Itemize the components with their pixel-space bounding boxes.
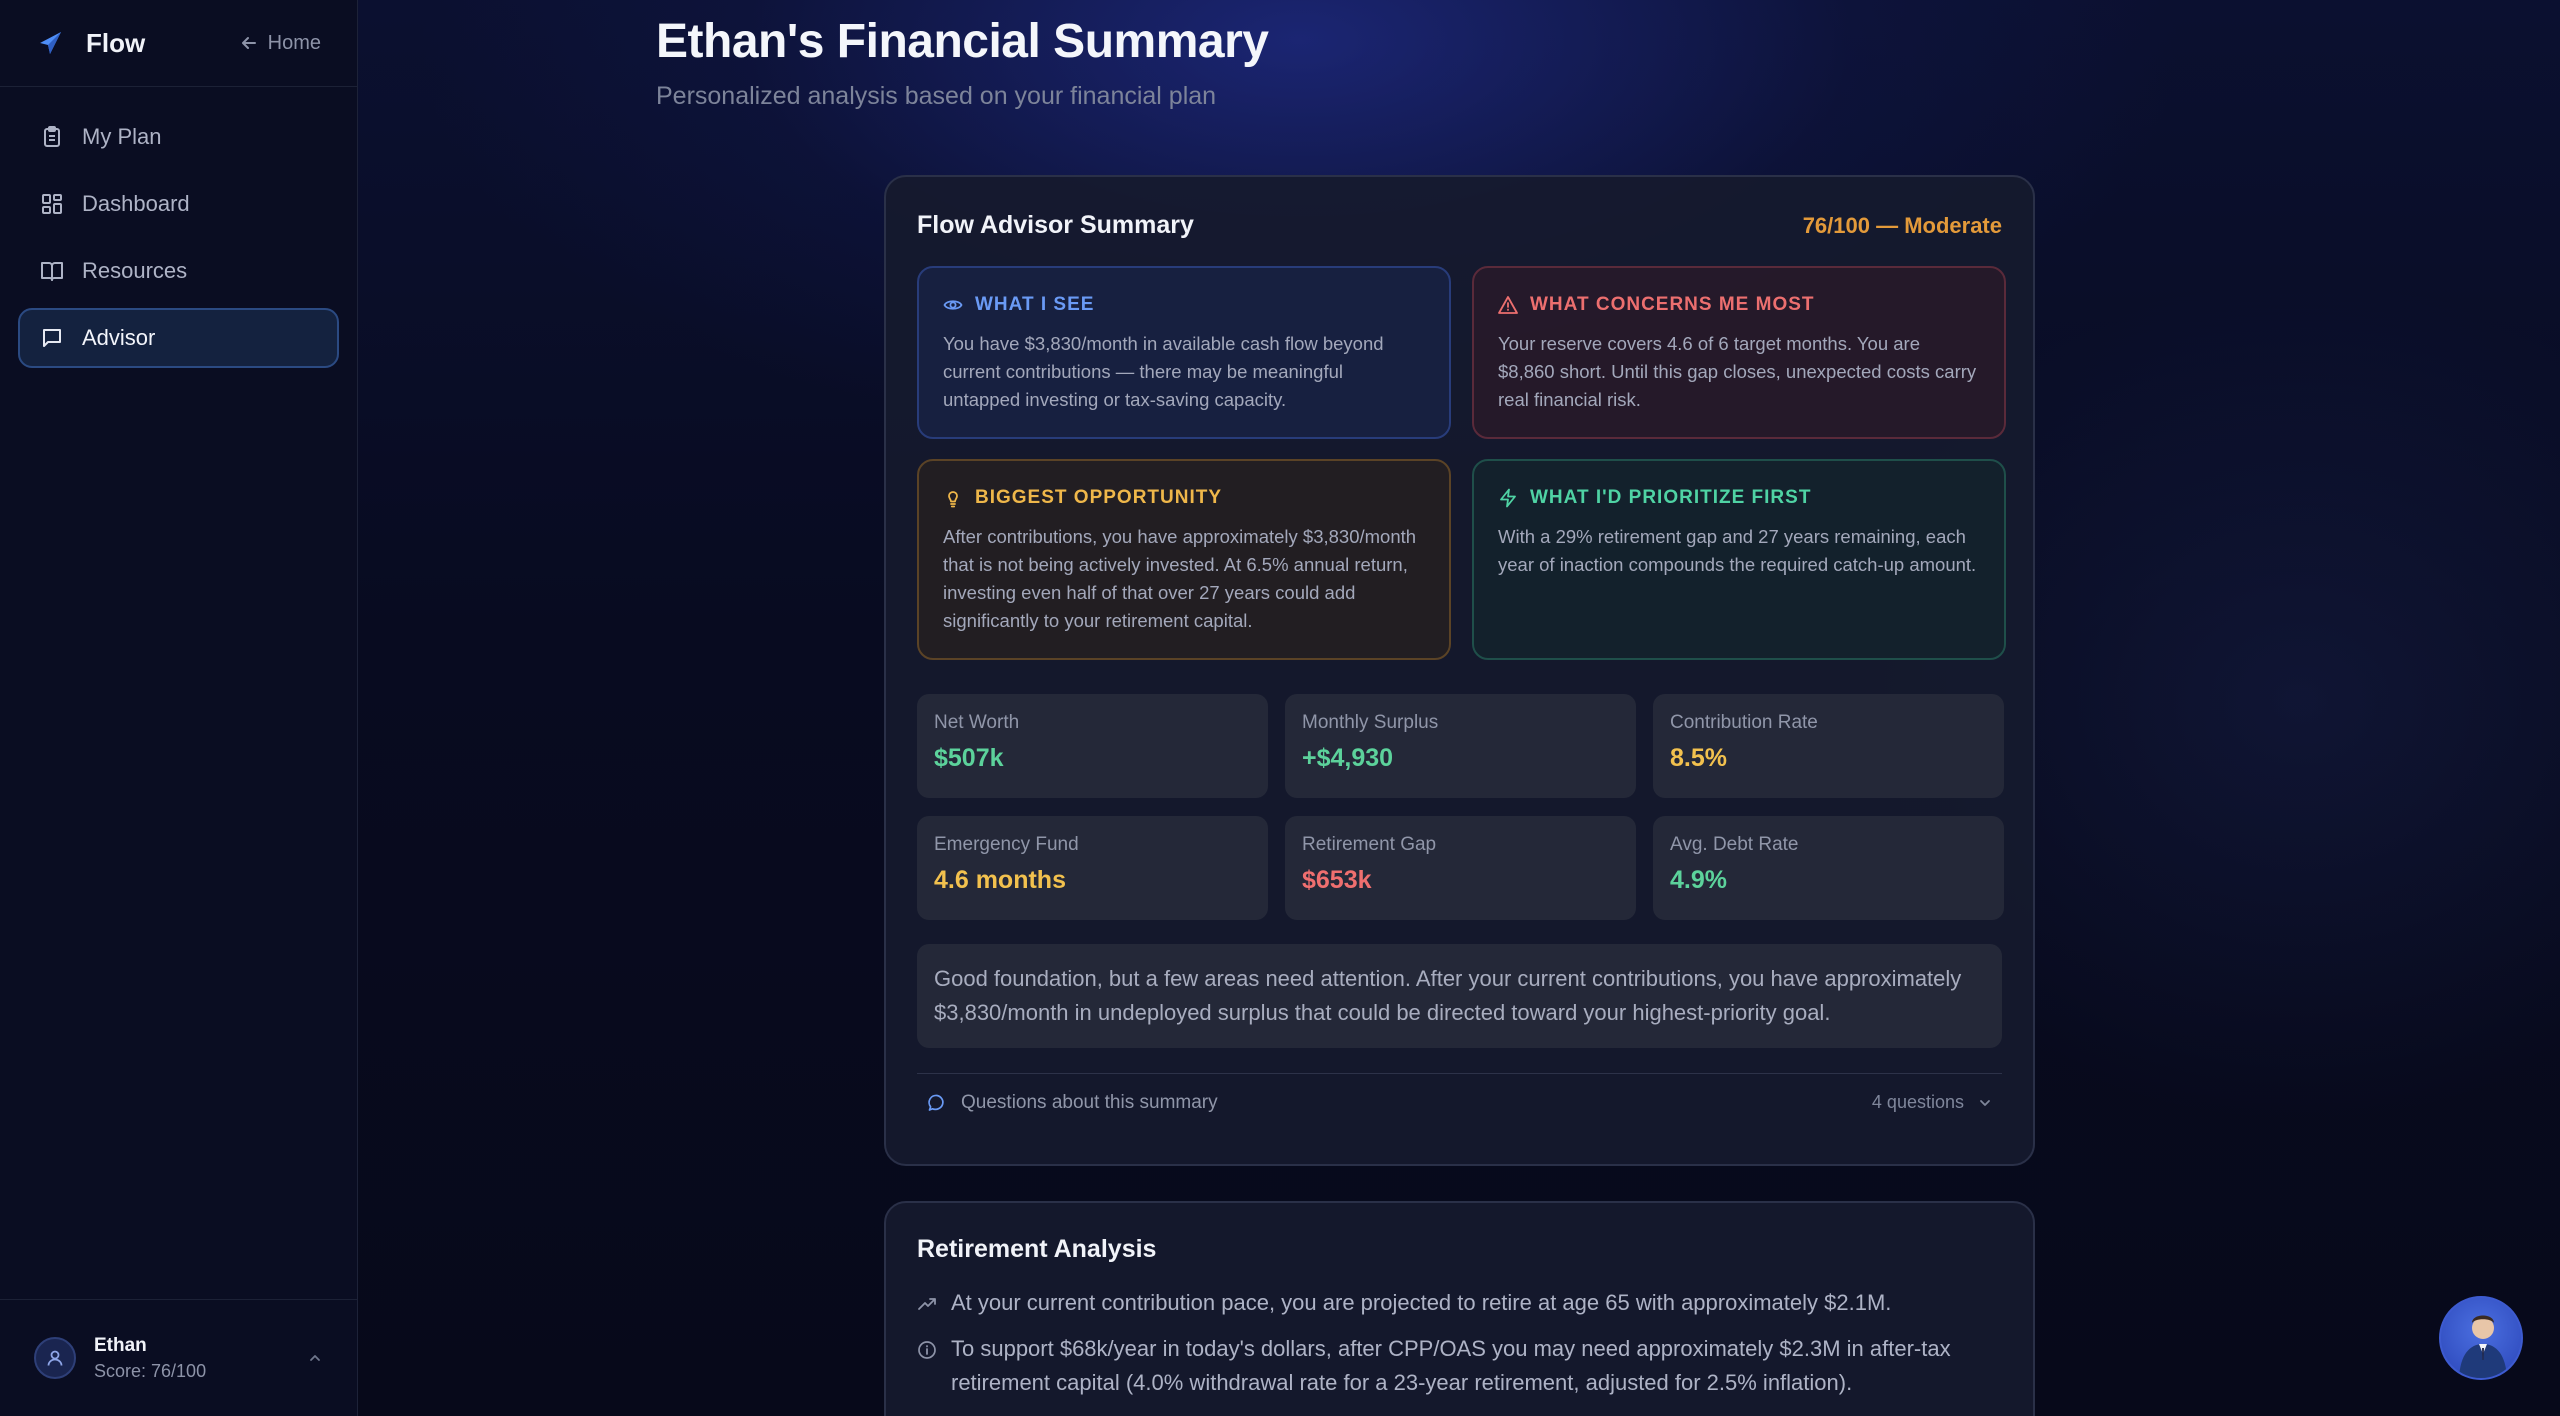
arrow-left-icon — [241, 37, 256, 49]
trend-up-icon — [918, 1298, 936, 1310]
insight-heading: WHAT I SEE — [975, 294, 1095, 315]
metric-emergency-fund: Emergency Fund 4.6 months — [917, 816, 1268, 920]
info-icon — [918, 1341, 936, 1359]
metrics-grid: Net Worth $507k Monthly Surplus +$4,930 … — [886, 694, 2033, 920]
sidebar-nav: My Plan Dashboard Resources Advisor — [0, 87, 357, 395]
home-link[interactable]: Home — [240, 32, 321, 55]
insight-prioritize: WHAT I'D PRIORITIZE FIRST With a 29% ret… — [1472, 459, 2006, 660]
insight-heading: WHAT I'D PRIORITIZE FIRST — [1530, 487, 1812, 508]
summary-title: Flow Advisor Summary — [917, 211, 1194, 239]
metric-label: Retirement Gap — [1302, 834, 1437, 855]
user-menu[interactable]: Ethan Score: 76/100 — [0, 1299, 357, 1416]
metric-label: Emergency Fund — [934, 834, 1079, 855]
eye-icon — [943, 300, 963, 310]
metric-avg-debt-rate: Avg. Debt Rate 4.9% — [1653, 816, 2004, 920]
page-title: Ethan's Financial Summary — [656, 15, 1269, 68]
retirement-line: To support $68k/year in today's dollars,… — [886, 1332, 2033, 1400]
insight-heading-row: WHAT I SEE — [943, 294, 1425, 316]
user-name: Ethan — [94, 1334, 147, 1356]
user-score: Score: 76/100 — [94, 1360, 207, 1381]
insight-what-i-see: WHAT I SEE You have $3,830/month in avai… — [917, 266, 1451, 439]
summary-card-header: Flow Advisor Summary 76/100 — Moderate — [886, 177, 2033, 240]
chevron-down-icon — [1980, 1099, 1990, 1106]
metric-value: +$4,930 — [1302, 744, 1394, 772]
insight-heading-row: BIGGEST OPPORTUNITY — [943, 487, 1425, 509]
advisor-avatar-icon — [2459, 1315, 2507, 1378]
insight-heading: WHAT CONCERNS ME MOST — [1530, 294, 1815, 315]
insight-body: With a 29% retirement gap and 27 years r… — [1498, 526, 1977, 575]
chat-bubble-icon — [928, 1094, 944, 1111]
sidebar: Flow Home My Plan Dashboard Resources Ad… — [0, 0, 358, 1416]
chevron-up-icon[interactable] — [307, 1350, 323, 1366]
insight-heading-row: WHAT I'D PRIORITIZE FIRST — [1498, 487, 1980, 509]
sidebar-item-label: Resources — [82, 258, 188, 283]
metric-contribution-rate: Contribution Rate 8.5% — [1653, 694, 2004, 798]
avatar — [34, 1337, 76, 1379]
sidebar-item-label: Advisor — [82, 325, 156, 350]
sidebar-item-resources[interactable]: Resources — [18, 241, 339, 301]
retirement-analysis-card: Retirement Analysis At your current cont… — [884, 1201, 2035, 1416]
questions-label: Questions about this summary — [961, 1091, 1218, 1113]
metric-retirement-gap: Retirement Gap $653k — [1285, 816, 1636, 920]
sidebar-header: Flow Home — [0, 0, 357, 87]
questions-count[interactable]: 4 questions — [1872, 1092, 1992, 1113]
flow-logo-icon[interactable] — [36, 29, 64, 57]
warning-icon — [1498, 296, 1518, 314]
page-subtitle: Personalized analysis based on your fina… — [656, 82, 1217, 110]
sidebar-item-advisor[interactable]: Advisor — [18, 308, 339, 368]
metric-label: Avg. Debt Rate — [1670, 834, 1799, 855]
retirement-line-text: To support $68k/year in today's dollars,… — [951, 1336, 1951, 1395]
score-badge: 76/100 — Moderate — [1802, 212, 2002, 238]
questions-toggle[interactable]: Questions about this summary 4 questions — [917, 1073, 2002, 1131]
insight-heading-row: WHAT CONCERNS ME MOST — [1498, 294, 1980, 316]
advisor-chat-button[interactable] — [2439, 1296, 2523, 1380]
sidebar-item-my-plan[interactable]: My Plan — [18, 107, 339, 167]
grid-icon — [42, 194, 62, 214]
retirement-title: Retirement Analysis — [917, 1235, 1157, 1263]
clipboard-icon — [44, 126, 60, 147]
insight-heading: BIGGEST OPPORTUNITY — [975, 487, 1223, 508]
metric-net-worth: Net Worth $507k — [917, 694, 1268, 798]
insight-concerns: WHAT CONCERNS ME MOST Your reserve cover… — [1472, 266, 2006, 439]
metric-value: $507k — [934, 744, 1004, 772]
insights-grid: WHAT I SEE You have $3,830/month in avai… — [886, 266, 2033, 660]
book-icon — [41, 262, 63, 281]
user-info: Ethan Score: 76/100 — [94, 1335, 206, 1382]
home-link-label: Home — [267, 31, 321, 54]
sidebar-item-label: Dashboard — [82, 191, 190, 216]
lightbulb-icon — [948, 491, 958, 508]
metric-value: $653k — [1302, 866, 1372, 894]
lightning-icon — [1500, 488, 1516, 508]
metric-value: 4.9% — [1670, 866, 1727, 894]
metric-value: 4.6 months — [934, 866, 1066, 894]
insight-body: After contributions, you have approximat… — [943, 526, 1417, 631]
retirement-line: At your current contribution pace, you a… — [886, 1286, 2033, 1320]
metric-value: 8.5% — [1670, 744, 1727, 772]
sidebar-item-dashboard[interactable]: Dashboard — [18, 174, 339, 234]
metric-label: Contribution Rate — [1670, 712, 1818, 733]
insight-body: You have $3,830/month in available cash … — [943, 333, 1384, 410]
summary-note: Good foundation, but a few areas need at… — [917, 944, 2002, 1048]
insight-body: Your reserve covers 4.6 of 6 target mont… — [1498, 333, 1977, 410]
metric-monthly-surplus: Monthly Surplus +$4,930 — [1285, 694, 1636, 798]
brand-name[interactable]: Flow — [86, 28, 145, 59]
metric-label: Net Worth — [934, 712, 1020, 733]
sidebar-item-label: My Plan — [82, 124, 162, 149]
metric-label: Monthly Surplus — [1302, 712, 1439, 733]
retirement-line-text: At your current contribution pace, you a… — [951, 1290, 1892, 1315]
user-icon — [47, 1350, 63, 1366]
advisor-summary-card: Flow Advisor Summary 76/100 — Moderate W… — [884, 175, 2035, 1166]
questions-count-label: 4 questions — [1871, 1092, 1964, 1112]
message-icon — [43, 329, 61, 347]
insight-opportunity: BIGGEST OPPORTUNITY After contributions,… — [917, 459, 1451, 660]
